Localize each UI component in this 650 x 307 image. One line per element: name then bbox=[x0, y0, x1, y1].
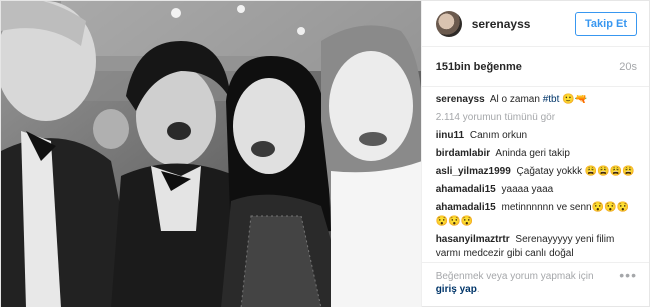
comment-username[interactable]: asli_yilmaz1999 bbox=[436, 166, 511, 177]
login-prompt-text: Beğenmek veya yorum yapmak için bbox=[435, 271, 594, 282]
comment-item: hasanyilmaztrtr Serenayyyyy yeni filim v… bbox=[436, 233, 637, 261]
comment-item: ahamadali15 yaaaa yaaa bbox=[436, 183, 637, 197]
hashtag-link[interactable]: #tbt bbox=[543, 94, 560, 105]
comment-username[interactable]: birdamlabir bbox=[436, 148, 490, 159]
comment-text: Çağatay yokkk 😩😩😩😩 bbox=[516, 166, 635, 177]
caption-username[interactable]: serenayss bbox=[436, 94, 485, 105]
comment-username[interactable]: ahamadali15 bbox=[436, 202, 496, 213]
caption: serenayss Al o zaman #tbt 🙂🔫 bbox=[436, 93, 637, 107]
comment-text: Aninda geri takip bbox=[495, 148, 570, 159]
comments-section: serenayss Al o zaman #tbt 🙂🔫 2.114 yorum… bbox=[422, 87, 649, 262]
caption-text: Al o zaman bbox=[489, 94, 543, 105]
post-sidebar: serenayss Takip Et 151bin beğenme 20s se… bbox=[420, 1, 649, 307]
comment-text: Canım orkun bbox=[469, 130, 528, 141]
post-timestamp[interactable]: 20s bbox=[619, 61, 637, 73]
comment-username[interactable]: iinu11 bbox=[436, 130, 464, 141]
like-count[interactable]: 151bin beğenme bbox=[436, 61, 522, 73]
selfie-photo-image bbox=[1, 1, 421, 307]
comment-username[interactable]: ahamadali15 bbox=[436, 184, 496, 195]
instagram-post: serenayss Takip Et 151bin beğenme 20s se… bbox=[0, 0, 650, 307]
comment-text: yaaaa yaaa bbox=[501, 184, 554, 195]
comment-item: ahamadali15 metinnnnnn ve senn😯😯😯😯😯😯 bbox=[436, 201, 637, 229]
comment-item: birdamlabir Aninda geri takip bbox=[436, 147, 637, 161]
caption-emoji: 🙂🔫 bbox=[559, 94, 588, 105]
view-all-comments-link[interactable]: 2.114 yorumun tümünü gör bbox=[436, 111, 637, 125]
comment-username[interactable]: hasanyilmaztrtr bbox=[436, 234, 510, 245]
login-link[interactable]: giriş yap bbox=[436, 284, 477, 295]
post-header: serenayss Takip Et bbox=[421, 1, 649, 47]
author-username[interactable]: serenayss bbox=[472, 17, 575, 31]
more-options-icon[interactable]: ••• bbox=[619, 268, 637, 307]
follow-button[interactable]: Takip Et bbox=[575, 11, 637, 36]
profile-avatar[interactable] bbox=[435, 10, 462, 37]
post-meta: 151bin beğenme 20s bbox=[421, 47, 649, 87]
comment-item: iinu11 Canım orkun bbox=[436, 129, 637, 143]
login-prompt: Beğenmek veya yorum yapmak için giriş ya… bbox=[436, 270, 594, 307]
post-photo[interactable] bbox=[1, 1, 421, 307]
comment-item: asli_yilmaz1999 Çağatay yokkk 😩😩😩😩 bbox=[436, 165, 637, 179]
post-footer: Beğenmek veya yorum yapmak için giriş ya… bbox=[421, 262, 649, 307]
login-prompt-period: . bbox=[476, 284, 480, 295]
